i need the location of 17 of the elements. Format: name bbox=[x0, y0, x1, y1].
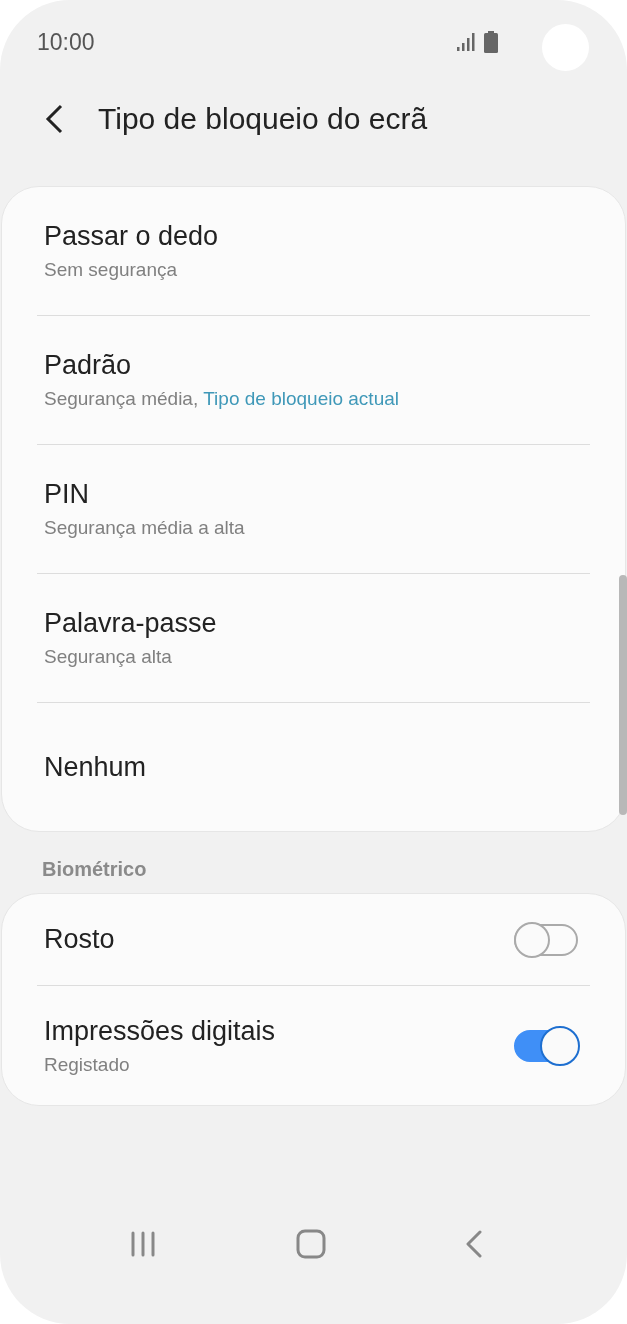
page-title: Tipo de bloqueio do ecrã bbox=[98, 102, 428, 136]
lock-type-item[interactable]: PIN Segurança média a alta bbox=[37, 444, 590, 573]
setting-subtitle: Registado bbox=[44, 1053, 131, 1076]
back-icon[interactable] bbox=[44, 104, 64, 134]
status-time: 10:00 bbox=[37, 28, 95, 56]
signal-icon bbox=[457, 32, 476, 52]
section-heading: Biométrico bbox=[42, 858, 148, 881]
lock-type-item[interactable]: Palavra-passe Segurança alta bbox=[37, 573, 590, 702]
home-icon[interactable] bbox=[296, 1229, 326, 1259]
setting-title: Impressões digitais bbox=[44, 1015, 276, 1047]
recent-apps-icon[interactable] bbox=[129, 1230, 158, 1258]
toggle-switch[interactable] bbox=[514, 923, 578, 956]
setting-title: Rosto bbox=[44, 924, 115, 955]
battery-icon bbox=[484, 31, 498, 53]
lock-type-item[interactable]: Nenhum bbox=[37, 702, 590, 831]
lock-type-item[interactable]: Padrão Segurança média, Tipo de bloqueio actual bbox=[37, 315, 590, 444]
lock-type-item[interactable]: Passar o dedo Sem segurança bbox=[37, 187, 590, 315]
